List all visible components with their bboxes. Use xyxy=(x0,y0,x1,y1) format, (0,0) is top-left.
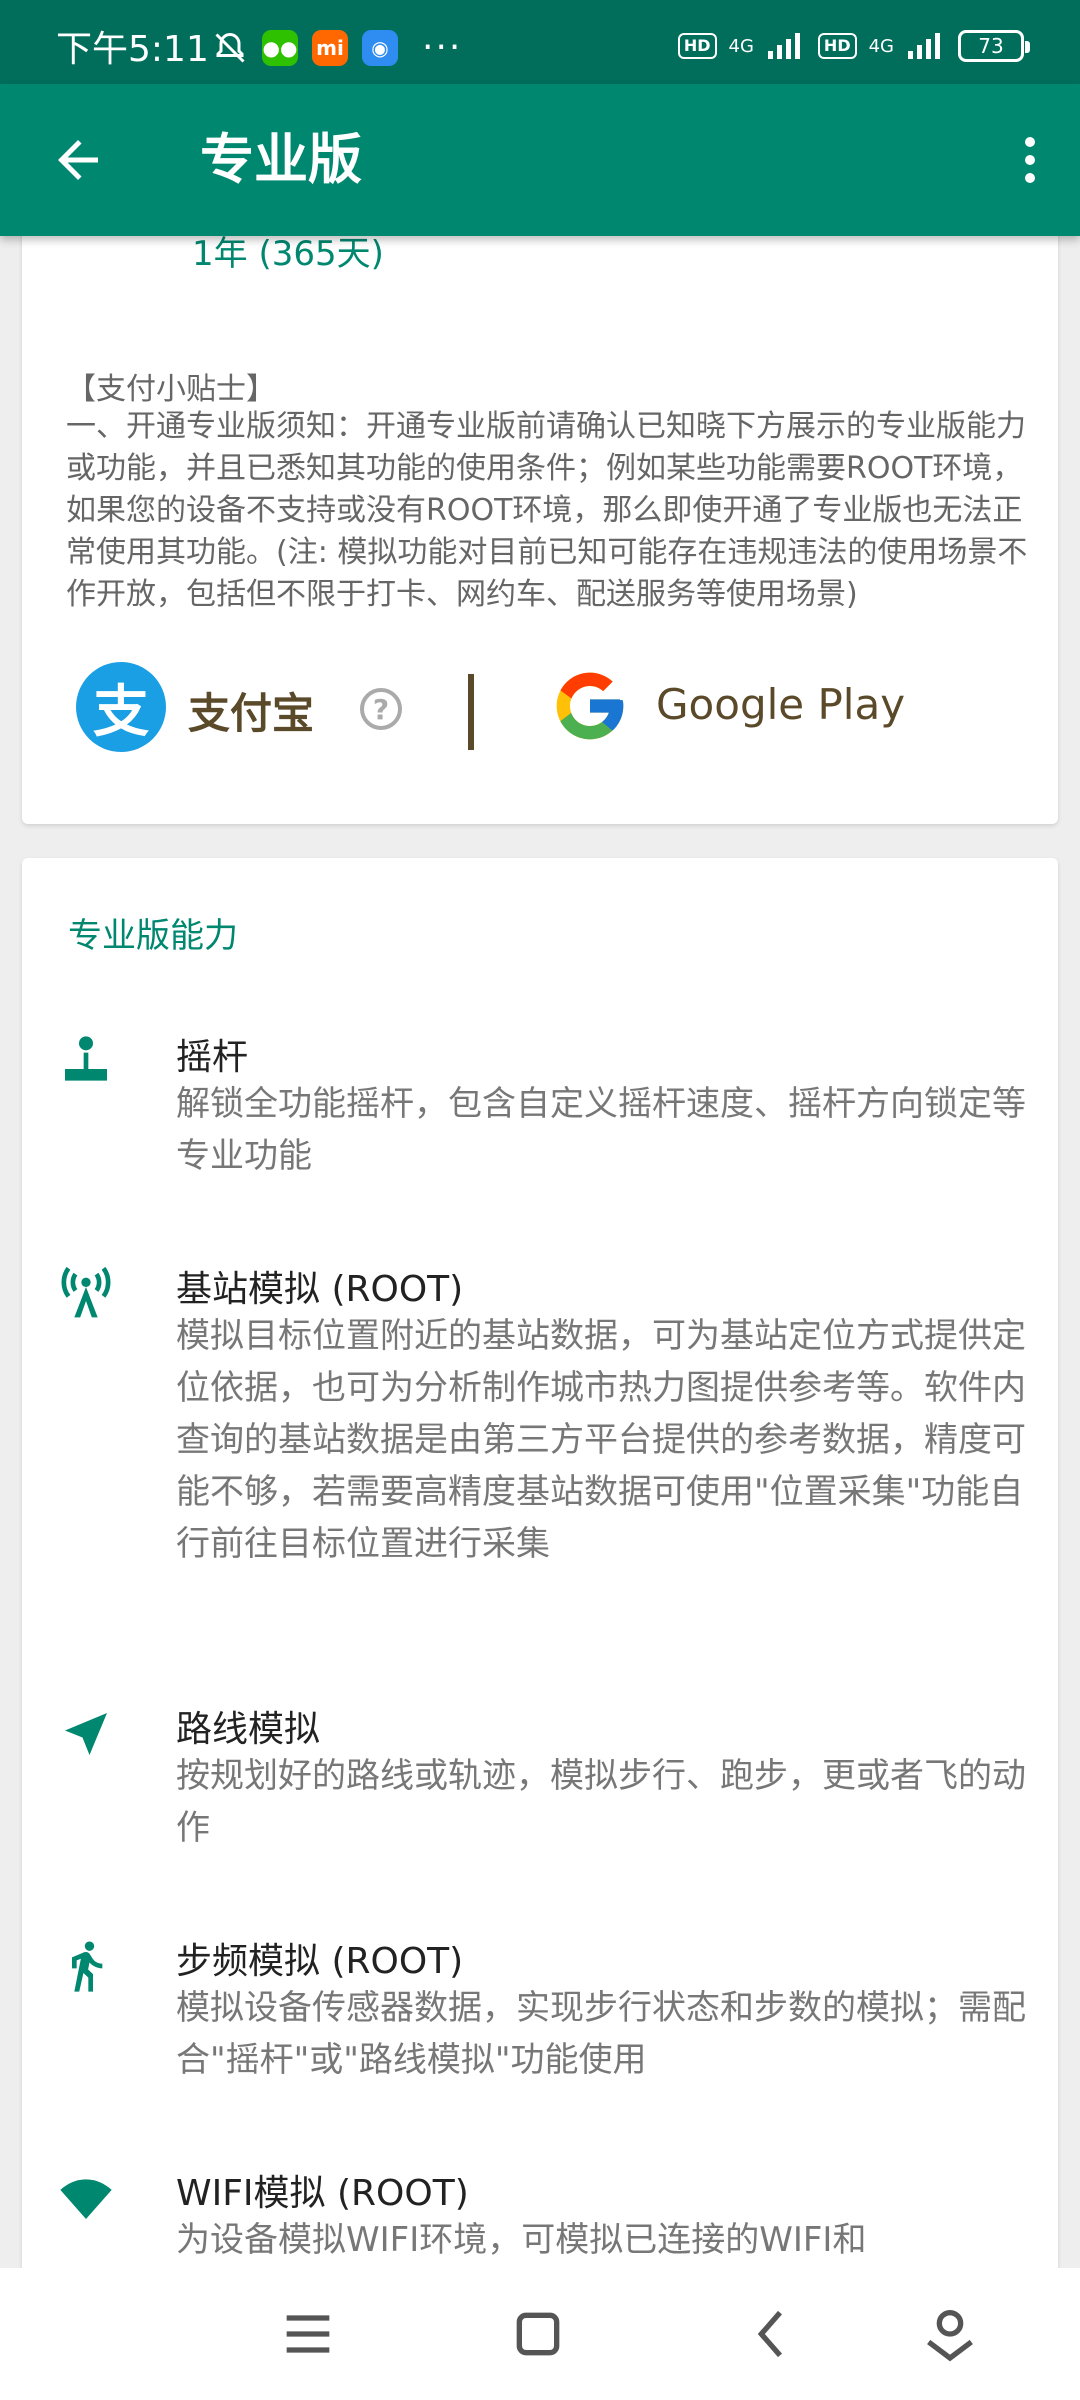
wechat-icon: ●● xyxy=(262,30,298,66)
help-icon[interactable]: ? xyxy=(360,688,402,730)
hd-badge-2: HD xyxy=(817,33,857,59)
menu-icon[interactable] xyxy=(276,2302,340,2366)
payment-divider xyxy=(468,674,474,750)
payment-tips-body: 一、开通专业版须知：开通专业版前请确认已知晓下方展示的专业版能力或功能，并且已悉… xyxy=(66,409,1028,612)
network-label-2: 4G xyxy=(868,35,894,57)
page-title: 专业版 xyxy=(200,128,362,191)
signal-icon-2 xyxy=(908,33,940,59)
battery-level: 73 xyxy=(978,34,1004,58)
back-button[interactable] xyxy=(48,130,108,190)
capabilities-title: 专业版能力 xyxy=(68,916,238,956)
payment-card: 1年 (365天) 【支付小贴士】 一、开通专业版须知：开通专业版前请确认已知晓… xyxy=(22,236,1058,824)
google-play-button[interactable]: Google Play xyxy=(656,680,905,729)
cell-tower-icon xyxy=(61,1266,111,1318)
payment-methods: 支 支付宝 ? Google Play xyxy=(76,656,1036,756)
scroll-content[interactable]: 1年 (365天) 【支付小贴士】 一、开通专业版须知：开通专业版前请确认已知晓… xyxy=(0,236,1080,2268)
assistant-icon[interactable] xyxy=(918,2302,982,2366)
app-bar: 专业版 xyxy=(0,84,1080,236)
wifi-icon xyxy=(60,2179,112,2219)
feature-title: 路线模拟 xyxy=(176,1709,321,1750)
home-icon[interactable] xyxy=(506,2302,570,2366)
payment-tips-title: 【支付小贴士】 xyxy=(66,372,276,407)
app-icon: ◉ xyxy=(362,30,398,66)
feature-desc: 为设备模拟WIFI环境，可模拟已连接的WIFI和 xyxy=(176,2220,867,2260)
feature-title: WIFI模拟 (ROOT) xyxy=(176,2173,469,2214)
plan-option-partial[interactable]: 1年 (365天) xyxy=(192,236,384,275)
feature-desc: 模拟设备传感器数据，实现步行状态和步数的模拟；需配合"摇杆"或"路线模拟"功能使… xyxy=(176,1988,1026,2080)
capabilities-card: 专业版能力 摇杆 解锁全功能摇杆，包含自定义摇杆速度、摇杆方向锁定等专业功能 基… xyxy=(22,858,1058,2268)
mi-icon: mi xyxy=(312,30,348,66)
feature-desc: 模拟目标位置附近的基站数据，可为基站定位方式提供定位依据，也可为分析制作城市热力… xyxy=(176,1316,1026,1564)
navigation-arrow-icon xyxy=(65,1713,107,1755)
arrow-back-icon xyxy=(58,140,98,180)
more-notifications-icon: ··· xyxy=(422,27,463,68)
overflow-menu-button[interactable] xyxy=(1000,130,1060,190)
feature-title: 摇杆 xyxy=(176,1037,249,1078)
alipay-button[interactable]: 支付宝 xyxy=(188,680,314,741)
feature-title: 基站模拟 (ROOT) xyxy=(176,1269,464,1310)
status-time: 下午5:11 xyxy=(56,29,209,70)
status-bar: 下午5:11 ●● mi ◉ ··· HD 4G HD 4G 73 xyxy=(0,0,1080,84)
status-notification-icons: ●● mi ◉ ··· xyxy=(212,30,462,66)
more-vert-icon xyxy=(1025,137,1035,147)
hd-badge: HD xyxy=(677,33,717,59)
system-nav-bar xyxy=(0,2268,1080,2400)
google-icon[interactable] xyxy=(550,666,630,746)
alipay-icon[interactable]: 支 xyxy=(76,662,166,752)
running-person-icon xyxy=(72,1941,103,1992)
back-nav-icon[interactable] xyxy=(740,2302,804,2366)
battery-icon: 73 xyxy=(958,30,1030,62)
signal-icon xyxy=(767,33,800,59)
status-system-icons: HD 4G HD 4G 73 xyxy=(677,30,1030,62)
network-label: 4G xyxy=(728,35,754,57)
joystick-icon xyxy=(65,1036,107,1081)
feature-title: 步频模拟 (ROOT) xyxy=(176,1941,464,1982)
bell-off-icon xyxy=(215,32,245,63)
feature-desc: 解锁全功能摇杆，包含自定义摇杆速度、摇杆方向锁定等专业功能 xyxy=(176,1084,1026,1176)
feature-desc: 按规划好的路线或轨迹，模拟步行、跑步，更或者飞的动作 xyxy=(176,1756,1026,1848)
